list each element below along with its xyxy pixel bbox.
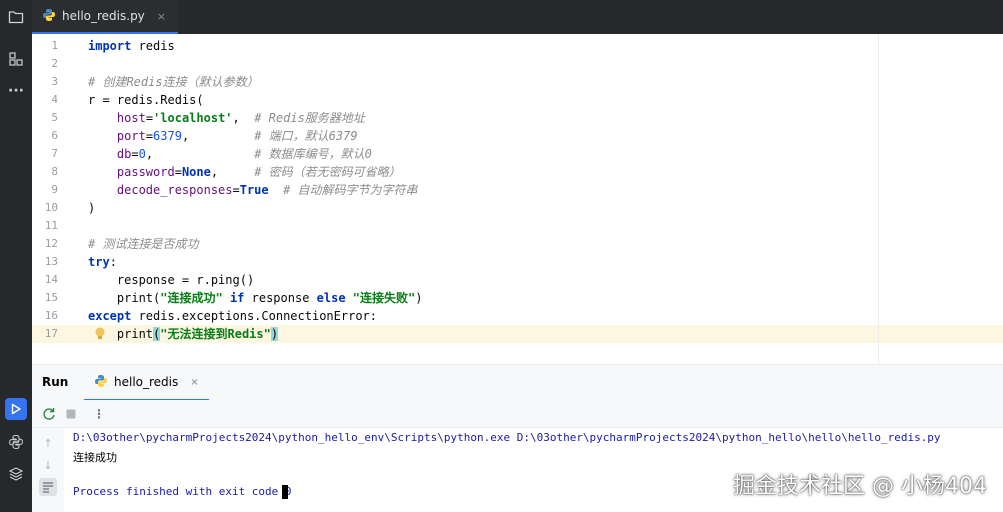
line-number: 17 [44, 327, 58, 340]
line-number-gutter: 1 2 3 4 5 6 7 8 9 10 11 12 13 14 15 16 17 [32, 34, 82, 364]
console-line-exit: Process finished with exit code 0 [73, 485, 292, 498]
lightbulb-icon[interactable] [94, 326, 106, 342]
line-number: 7 [51, 147, 58, 160]
editor-tab-hello-redis[interactable]: hello_redis.py × [32, 0, 179, 34]
line-number: 11 [44, 219, 58, 232]
console-line-output: 连接成功 [73, 451, 117, 464]
folder-icon[interactable] [5, 6, 27, 28]
right-margin-guide [878, 34, 879, 364]
more-icon[interactable]: ··· [5, 80, 27, 102]
line-number: 12 [44, 237, 58, 250]
line-number: 1 [51, 39, 58, 52]
watermark: 掘金技术社区 @ 小杨404 [733, 474, 987, 499]
stop-icon[interactable] [62, 405, 80, 423]
rerun-icon[interactable] [40, 405, 58, 423]
structure-icon[interactable] [5, 48, 27, 70]
code-line[interactable]: try: [88, 253, 117, 271]
line-number: 8 [51, 165, 58, 178]
layers-icon[interactable] [5, 463, 27, 485]
run-panel-title: Run [42, 375, 69, 389]
code-line[interactable]: except redis.exceptions.ConnectionError: [88, 307, 377, 325]
line-number: 3 [51, 75, 58, 88]
editor-tab-label: hello_redis.py [62, 9, 145, 23]
code-line[interactable]: ) [88, 199, 95, 217]
python-file-icon [94, 373, 108, 392]
code-line[interactable]: import redis [88, 37, 175, 55]
run-tab-label: hello_redis [114, 375, 179, 389]
line-number: 13 [44, 255, 58, 268]
close-icon[interactable]: × [190, 377, 198, 388]
line-number: 6 [51, 129, 58, 142]
soft-wrap-icon[interactable] [39, 478, 57, 496]
line-number: 10 [44, 201, 58, 214]
python-console-icon[interactable] [5, 431, 27, 453]
run-tool-window-header: Run hello_redis × [32, 364, 1003, 401]
code-line[interactable]: password=None, # 密码（若无密码可省略） [88, 163, 401, 181]
code-line[interactable]: print("无法连接到Redis") [88, 325, 279, 343]
close-icon[interactable]: × [157, 10, 166, 23]
more-options-icon[interactable]: ⋮ [90, 405, 108, 423]
scroll-up-icon[interactable]: ↑ [39, 434, 57, 452]
code-line[interactable]: # 测试连接是否成功 [88, 235, 198, 253]
code-line[interactable]: db=0, # 数据库编号，默认0 [88, 145, 372, 163]
code-line[interactable]: # 创建Redis连接（默认参数） [88, 73, 259, 91]
line-number: 16 [44, 309, 58, 322]
scroll-down-icon[interactable]: ↓ [39, 456, 57, 474]
line-number: 2 [51, 57, 58, 70]
line-number: 4 [51, 93, 58, 106]
console-line-command: D:\03other\pycharmProjects2024\python_he… [73, 431, 941, 444]
run-toolbar: ⋮ [32, 400, 1003, 428]
line-number: 14 [44, 273, 58, 286]
code-editor[interactable]: 1 2 3 4 5 6 7 8 9 10 11 12 13 14 15 16 17 import redis # … [32, 34, 1003, 364]
code-line[interactable]: port=6379, # 端口，默认6379 [88, 127, 358, 145]
run-tab-hello-redis[interactable]: hello_redis × [84, 365, 209, 401]
line-number: 5 [51, 111, 58, 124]
code-line[interactable]: response = r.ping() [88, 271, 254, 289]
run-icon[interactable] [5, 398, 27, 420]
code-line[interactable]: r = redis.Redis( [88, 91, 204, 109]
code-line[interactable]: host='localhost', # Redis服务器地址 [88, 109, 365, 127]
line-number: 15 [44, 291, 58, 304]
code-line[interactable]: decode_responses=True # 自动解码字节为字符串 [88, 181, 418, 199]
text-cursor [282, 485, 288, 499]
code-line[interactable]: print("连接成功" if response else "连接失败") [88, 289, 423, 307]
editor-tab-bar: hello_redis.py × [0, 0, 1003, 34]
line-number: 9 [51, 183, 58, 196]
console-side-toolbar: ↑ ↓ [32, 428, 64, 512]
left-tool-strip: ··· [0, 0, 32, 512]
python-file-icon [42, 7, 56, 26]
